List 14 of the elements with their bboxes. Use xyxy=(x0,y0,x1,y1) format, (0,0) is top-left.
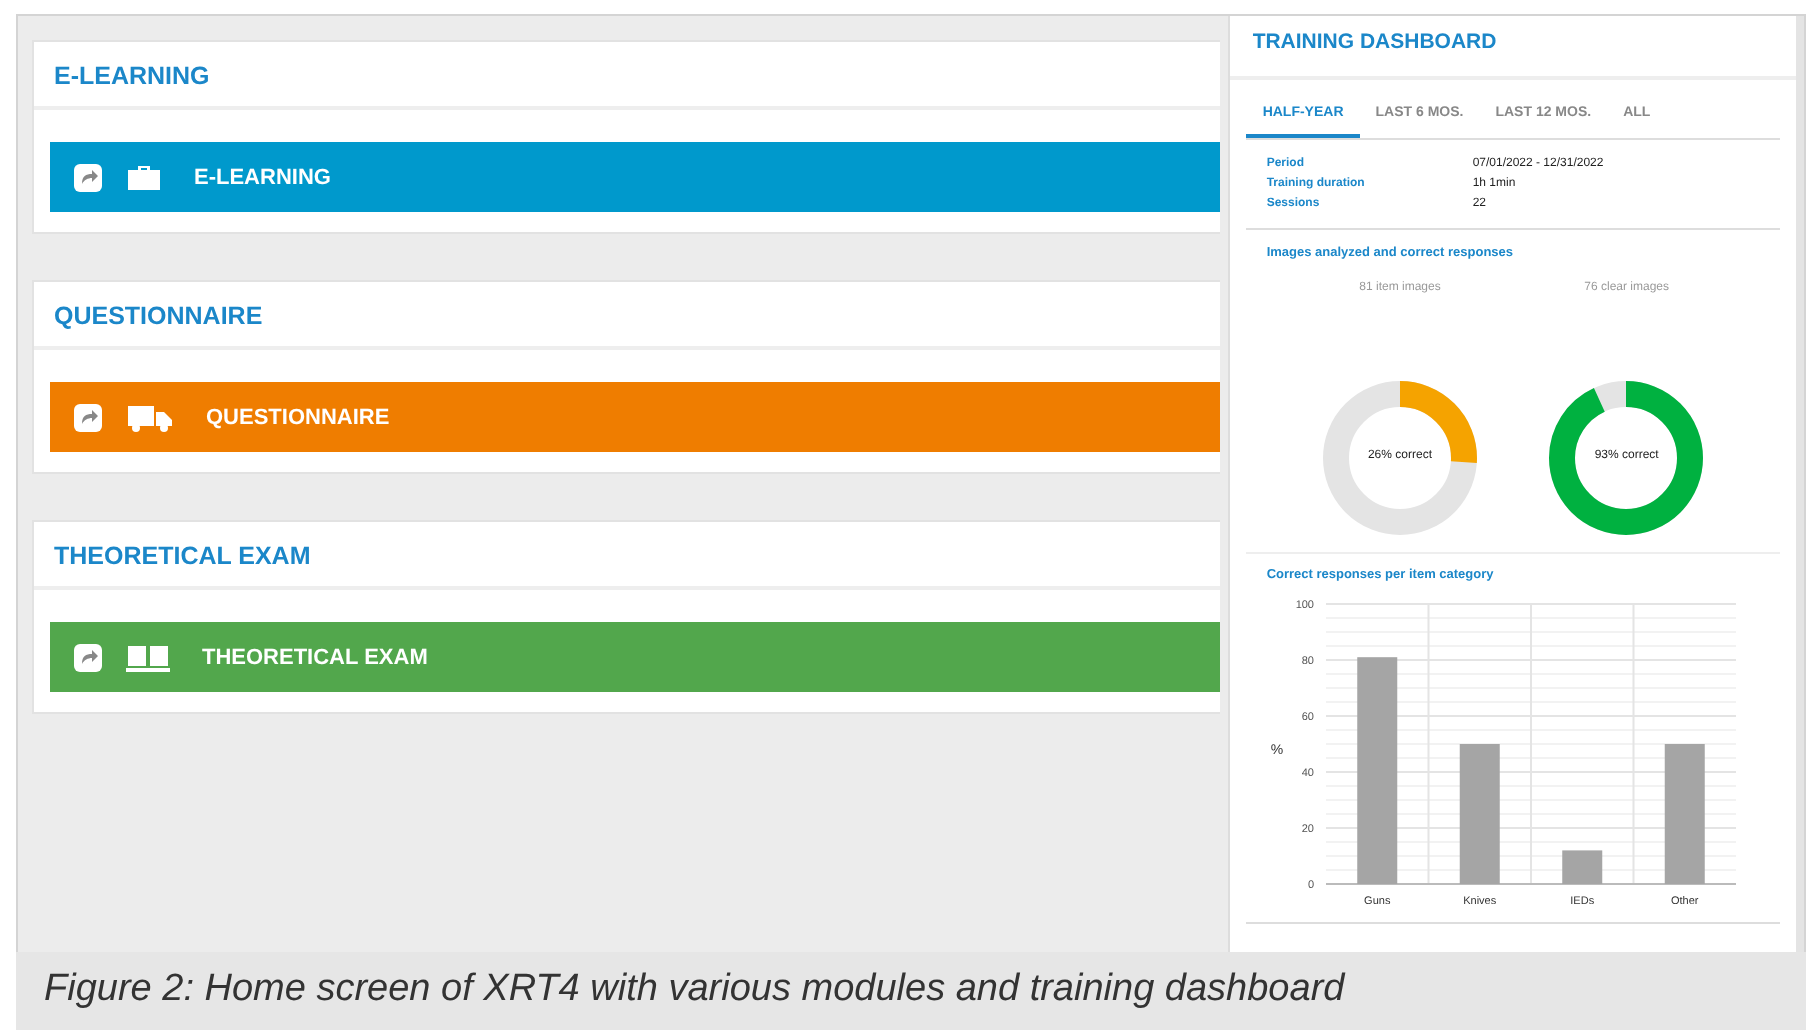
truck-icon xyxy=(126,403,174,431)
bar xyxy=(1460,744,1501,884)
bar xyxy=(1562,850,1603,884)
share-icon xyxy=(74,163,102,191)
share-icon xyxy=(74,643,102,671)
bar xyxy=(1665,744,1706,884)
figure-caption: Figure 2: Home screen of XRT4 with various modules and training dashboard xyxy=(44,968,1345,1010)
module-button[interactable]: E-LEARNING xyxy=(50,142,1221,212)
module-button[interactable]: QUESTIONNAIRE xyxy=(50,382,1221,452)
dashboard-title: TRAINING DASHBOARD xyxy=(1230,16,1796,80)
briefcase-icon xyxy=(126,163,162,191)
module-button[interactable]: THEORETICAL EXAM xyxy=(50,622,1221,692)
share-icon xyxy=(74,403,102,431)
book-icon xyxy=(126,643,170,671)
